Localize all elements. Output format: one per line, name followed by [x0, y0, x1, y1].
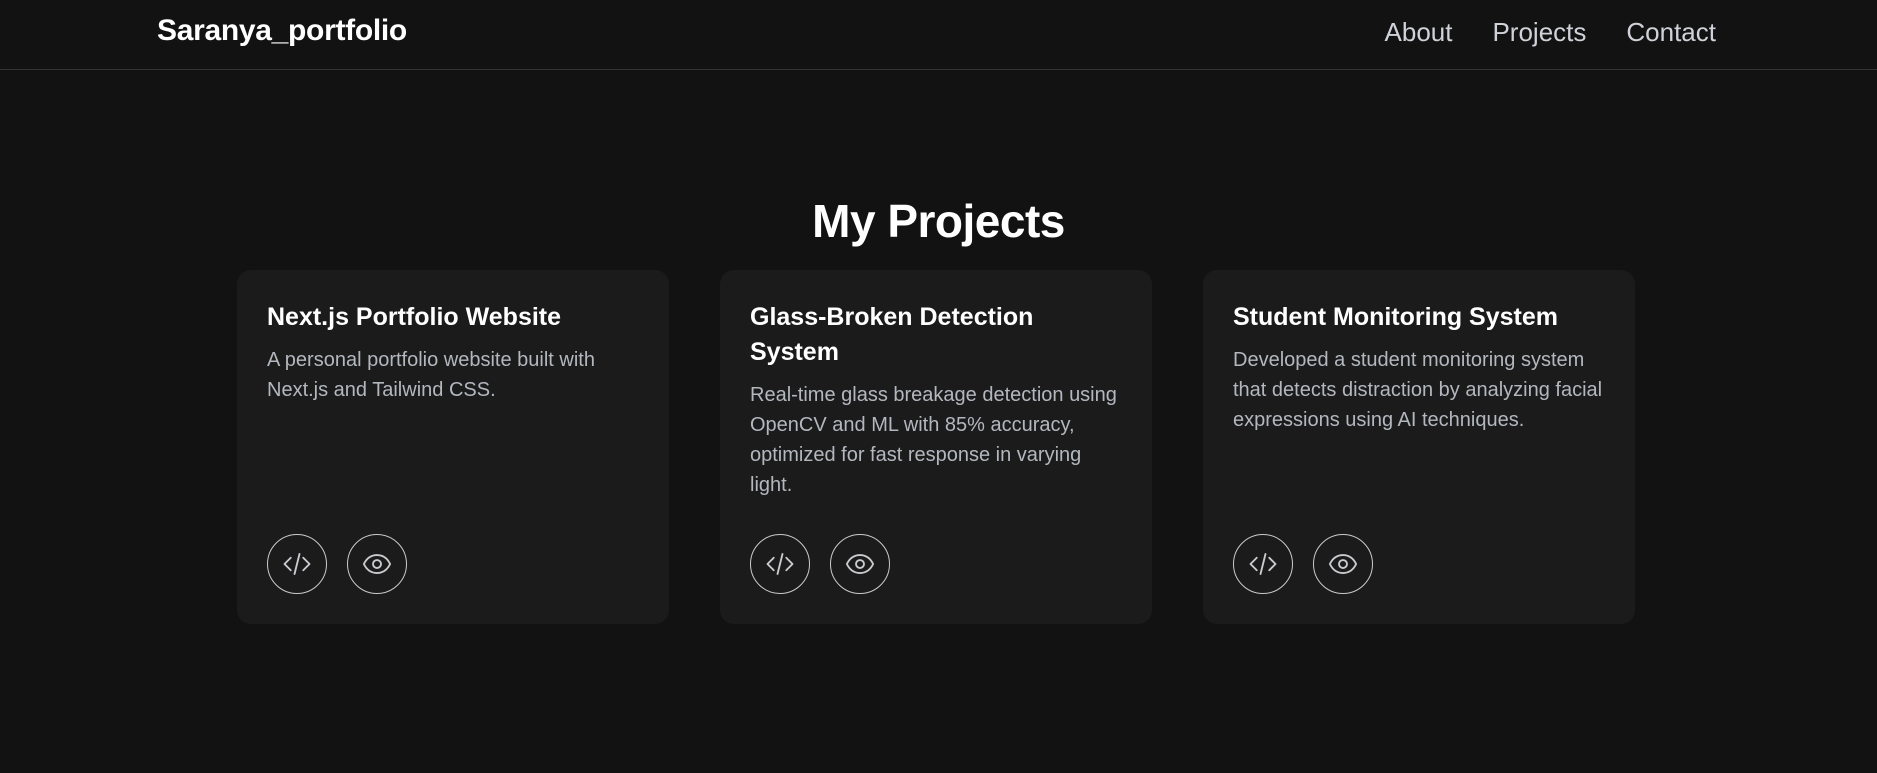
code-icon: [283, 553, 311, 575]
site-brand[interactable]: Saranya_portfolio: [157, 14, 407, 48]
project-card: Glass-Broken Detection System Real-time …: [720, 270, 1152, 624]
code-icon: [766, 553, 794, 575]
project-card: Next.js Portfolio Website A personal por…: [237, 270, 669, 624]
section-title: My Projects: [812, 195, 1065, 247]
project-cards: Next.js Portfolio Website A personal por…: [237, 270, 1635, 624]
view-code-button[interactable]: [750, 534, 810, 594]
eye-icon: [845, 554, 875, 574]
project-description: Real-time glass breakage detection using…: [750, 384, 1117, 496]
nav-links: About Projects Contact: [1385, 17, 1716, 48]
view-demo-button[interactable]: [347, 534, 407, 594]
code-icon: [1249, 553, 1277, 575]
project-title: Student Monitoring System: [1233, 303, 1558, 331]
eye-icon: [1328, 554, 1358, 574]
project-card: Student Monitoring System Developed a st…: [1203, 270, 1635, 624]
project-description: A personal portfolio website built with …: [267, 349, 595, 401]
nav-link-contact[interactable]: Contact: [1626, 17, 1716, 48]
top-navbar: Saranya_portfolio About Projects Contact: [0, 0, 1877, 70]
view-code-button[interactable]: [267, 534, 327, 594]
nav-link-about[interactable]: About: [1385, 17, 1453, 48]
project-actions: [750, 534, 890, 594]
eye-icon: [362, 554, 392, 574]
nav-link-projects[interactable]: Projects: [1492, 17, 1586, 48]
project-title: Next.js Portfolio Website: [267, 303, 562, 331]
view-code-button[interactable]: [1233, 534, 1293, 594]
project-actions: [267, 534, 407, 594]
view-demo-button[interactable]: [830, 534, 890, 594]
view-demo-button[interactable]: [1313, 534, 1373, 594]
project-title: Glass-Broken Detection System: [750, 303, 1034, 366]
project-actions: [1233, 534, 1373, 594]
project-description: Developed a student monitoring system th…: [1233, 349, 1603, 431]
